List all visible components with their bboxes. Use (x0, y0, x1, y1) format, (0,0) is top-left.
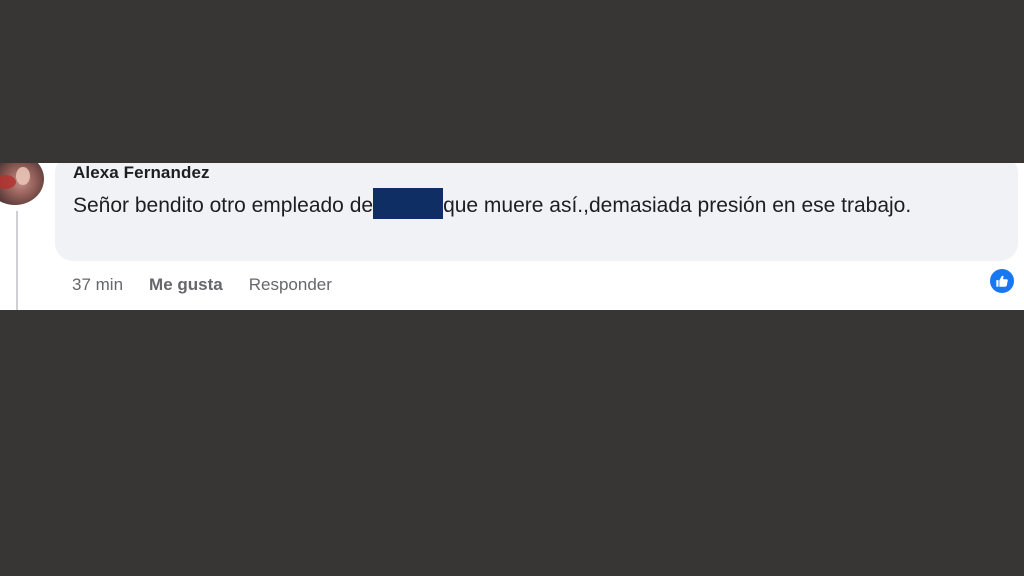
comment-timestamp[interactable]: 37 min (72, 275, 123, 295)
comment-author[interactable]: Alexa Fernandez (73, 163, 210, 183)
comment-bubble: Alexa Fernandez Señor bendito otro emple… (55, 163, 1018, 261)
redaction-box (373, 188, 444, 219)
comment-text: Señor bendito otro empleado de que muere … (73, 188, 933, 222)
like-button[interactable]: Me gusta (149, 275, 223, 295)
avatar[interactable] (0, 163, 44, 205)
reply-button[interactable]: Responder (249, 275, 332, 295)
like-reaction-icon[interactable] (988, 267, 1016, 295)
comment-text-before: Señor bendito otro empleado de (73, 194, 374, 217)
comment-strip: Alexa Fernandez Señor bendito otro emple… (0, 163, 1024, 310)
comment-text-after: que muere así.,demasiada presión en ese … (443, 194, 912, 217)
thread-line (16, 211, 18, 310)
thumbs-up-icon (996, 275, 1008, 287)
comment-actions: 37 min Me gusta Responder (72, 274, 332, 296)
